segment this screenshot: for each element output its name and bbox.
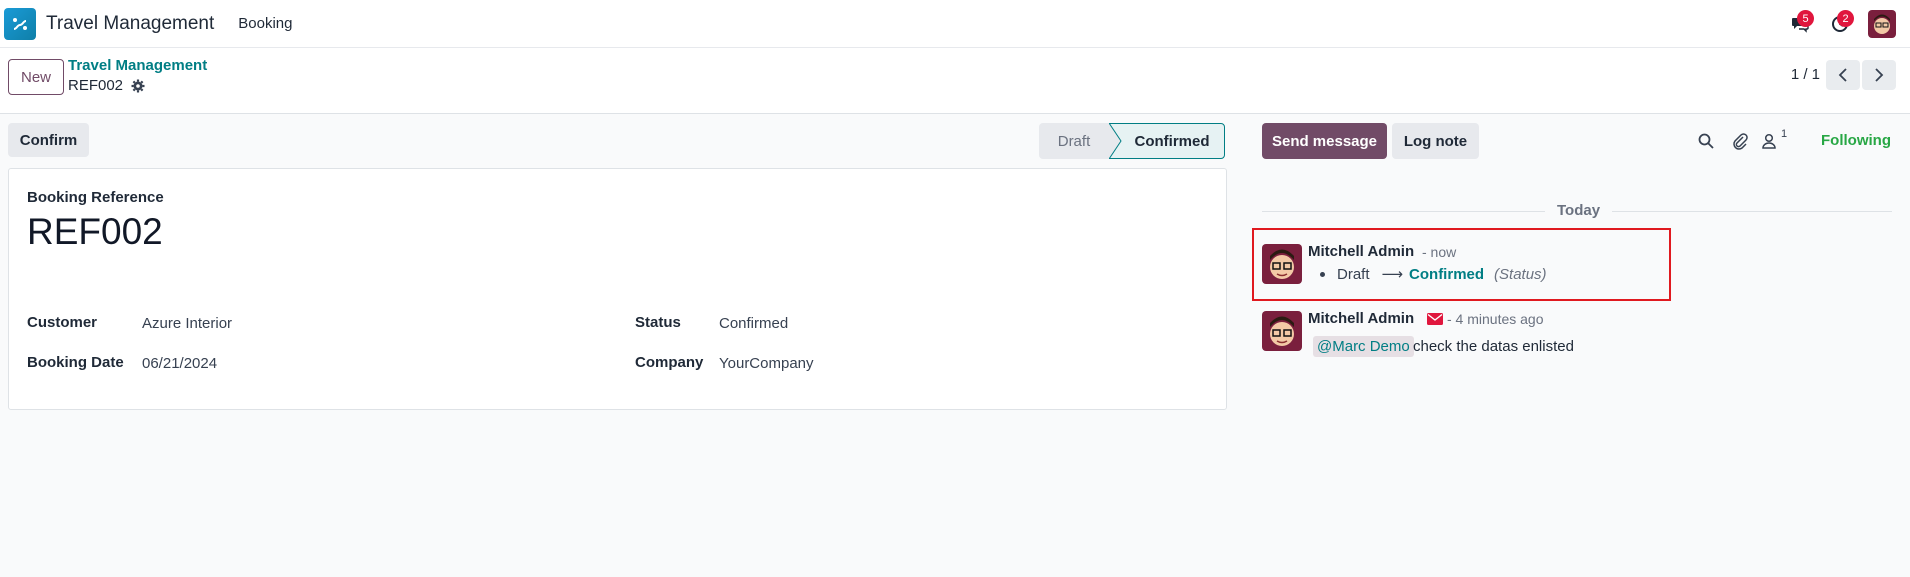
user-icon (1762, 133, 1776, 149)
follower-count: 1 (1781, 128, 1788, 140)
followers-button[interactable] (1759, 131, 1779, 151)
menu-booking[interactable]: Booking (238, 15, 292, 32)
pager-previous-button[interactable] (1826, 60, 1860, 90)
envelope-icon (1427, 313, 1443, 325)
breadcrumb-parent[interactable]: Travel Management (68, 57, 207, 74)
user-avatar[interactable] (1868, 10, 1896, 38)
chevron-left-icon (1838, 68, 1847, 82)
company-label: Company (635, 354, 704, 371)
activities-badge: 2 (1837, 10, 1854, 27)
travel-app-icon[interactable] (4, 7, 36, 40)
bullet-icon (1320, 271, 1325, 277)
pager-value[interactable]: 1 / 1 (1791, 66, 1820, 83)
form-sheet: Booking Reference REF002 Customer Azure … (8, 168, 1227, 410)
app-name[interactable]: Travel Management (46, 13, 214, 35)
search-icon (1698, 133, 1714, 149)
gear-icon[interactable] (131, 79, 145, 93)
status-bar: Draft Confirmed (1039, 123, 1225, 159)
log-note-button[interactable]: Log note (1392, 123, 1479, 159)
customer-field[interactable]: Azure Interior (142, 315, 232, 332)
arrow-right-icon: ⟶ (1381, 266, 1404, 283)
message-author[interactable]: Mitchell Admin (1308, 243, 1414, 260)
message-body: check the datas enlisted (1413, 338, 1574, 355)
breadcrumb-current: REF002 (68, 77, 145, 94)
tracking-new-value: Confirmed (1409, 265, 1485, 283)
user-mention[interactable]: @Marc Demo (1313, 336, 1414, 357)
status-step-confirmed[interactable]: Confirmed (1109, 123, 1225, 159)
message-time: - 4 minutes ago (1447, 311, 1544, 327)
tracking-field-name: (Status) (1494, 265, 1547, 283)
tracking-old-value: Draft (1337, 265, 1370, 283)
search-messages-button[interactable] (1696, 131, 1716, 151)
booking-reference-label: Booking Reference (27, 189, 164, 206)
following-button[interactable]: Following (1821, 132, 1891, 149)
booking-date-label: Booking Date (27, 354, 124, 371)
status-step-confirmed-label: Confirmed (1134, 132, 1210, 150)
messages-badge: 5 (1797, 10, 1814, 27)
booking-reference-title[interactable]: REF002 (27, 211, 163, 253)
control-panel: New Travel Management REF002 1 / 1 (0, 48, 1910, 114)
date-separator: Today (1545, 202, 1613, 219)
message-avatar[interactable] (1262, 311, 1302, 351)
messages-systray[interactable]: 5 (1780, 0, 1820, 48)
status-field[interactable]: Confirmed (719, 315, 788, 332)
attachments-button[interactable] (1730, 131, 1750, 151)
breadcrumb-current-label: REF002 (68, 77, 124, 94)
status-step-draft[interactable]: Draft (1039, 123, 1109, 159)
top-navbar: Travel Management Booking 5 2 (0, 0, 1910, 48)
send-message-button[interactable]: Send message (1262, 123, 1387, 159)
confirm-button[interactable]: Confirm (8, 123, 89, 157)
new-button[interactable]: New (8, 59, 64, 95)
message-time: - now (1422, 244, 1457, 260)
paperclip-icon (1733, 133, 1748, 150)
status-arrow-icon (1109, 123, 1122, 159)
message-avatar[interactable] (1262, 244, 1302, 284)
company-field[interactable]: YourCompany (719, 355, 814, 372)
customer-label: Customer (27, 314, 98, 331)
activities-systray[interactable]: 2 (1820, 0, 1860, 48)
message-author[interactable]: Mitchell Admin (1308, 310, 1414, 327)
booking-date-field[interactable]: 06/21/2024 (142, 355, 217, 372)
pager-next-button[interactable] (1862, 60, 1896, 90)
chevron-right-icon (1875, 68, 1884, 82)
status-label: Status (635, 314, 681, 331)
tracking-change: Draft ⟶ Confirmed (Status) (1320, 265, 1547, 283)
